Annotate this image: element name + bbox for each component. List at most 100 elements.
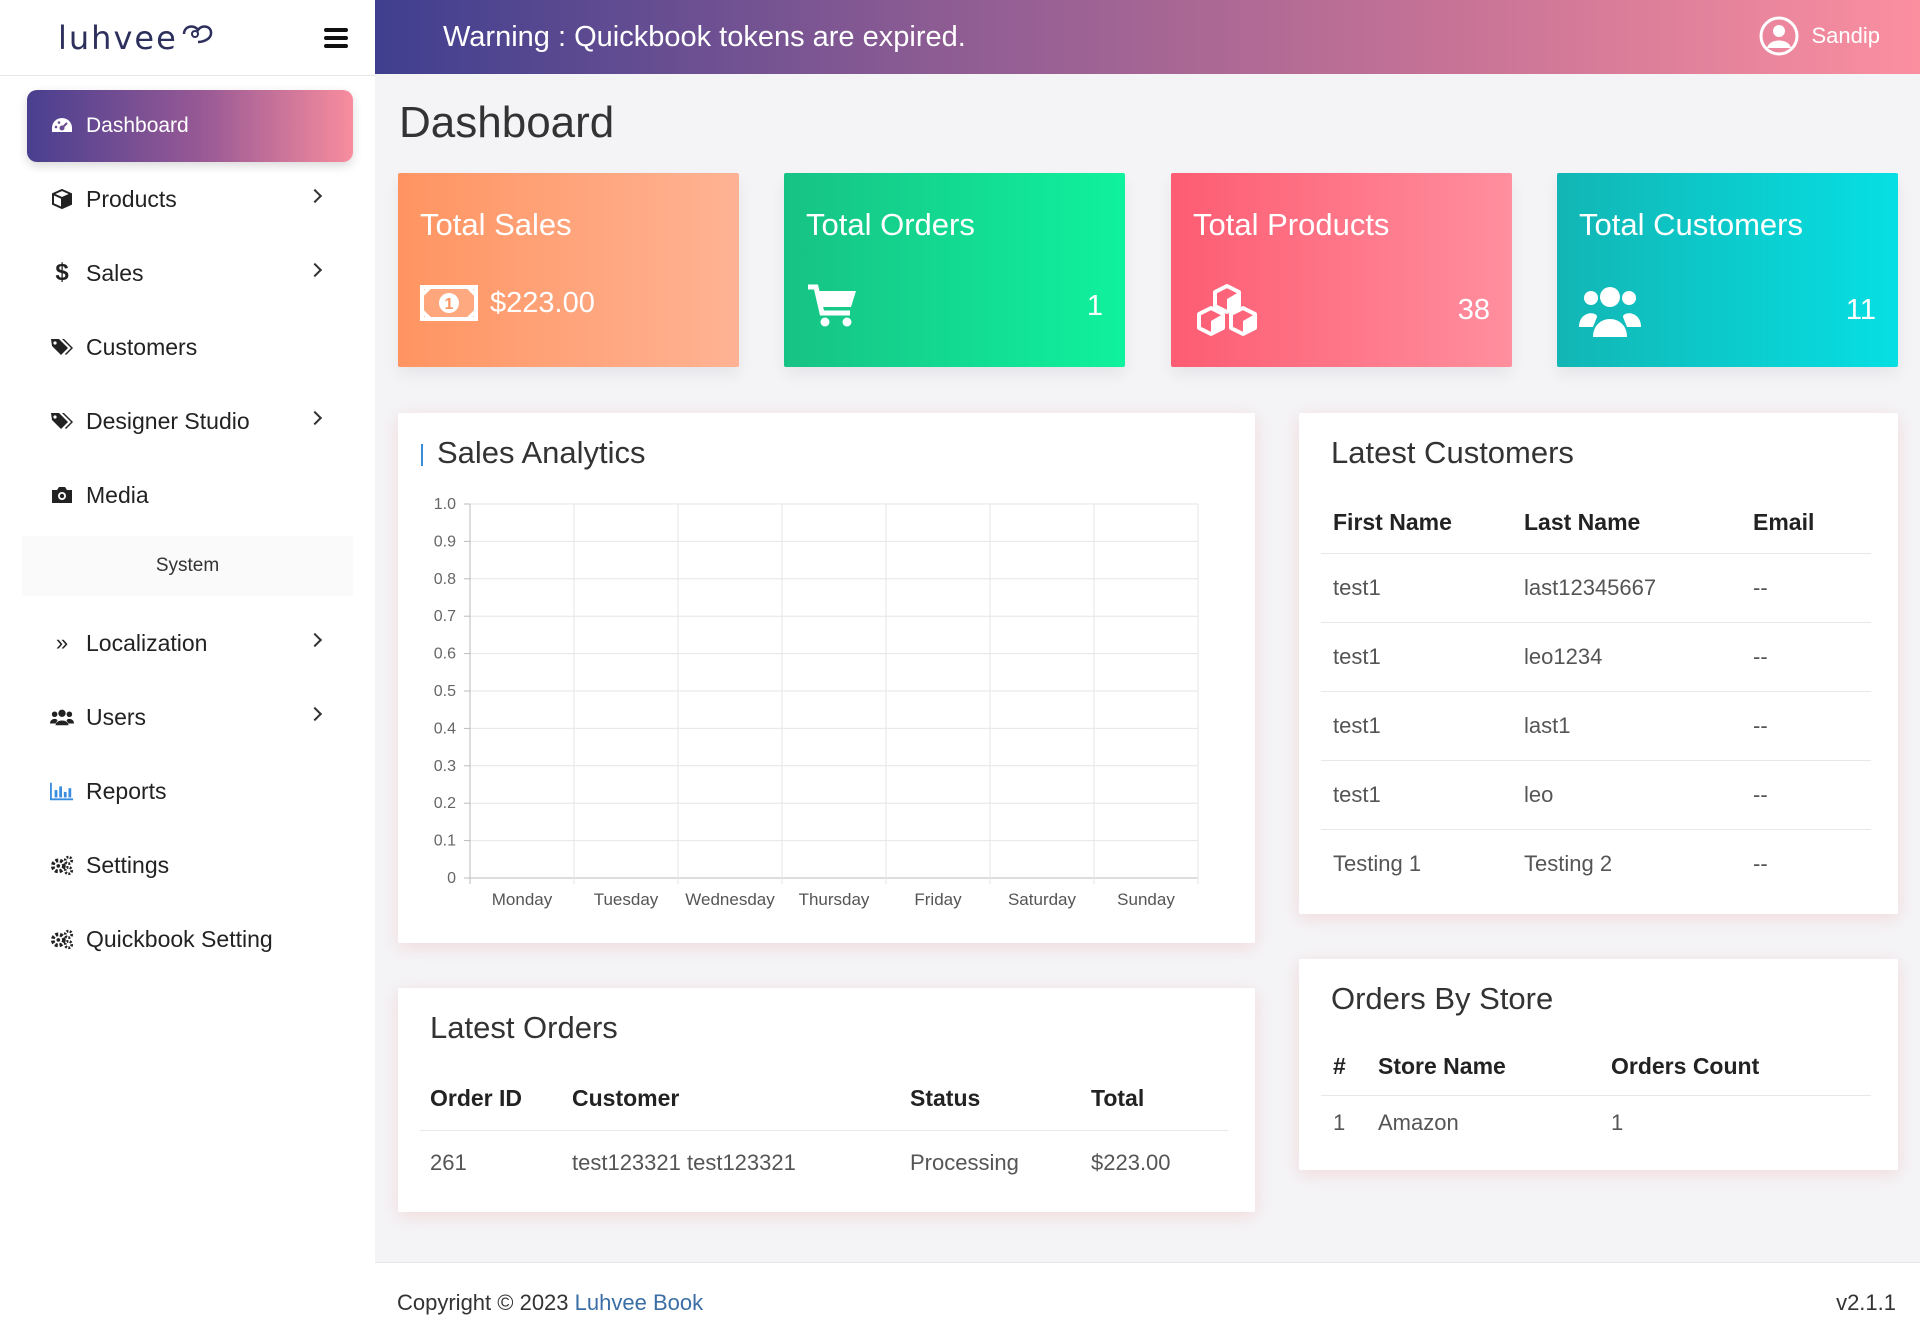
copyright-text: Copyright © 2023 — [397, 1290, 569, 1315]
x-tick-label: Friday — [914, 890, 962, 909]
sidebar: luhvee Dashboard Products $ Sales Custom… — [0, 0, 375, 1339]
table-cell: test1 — [1333, 643, 1381, 669]
sidebar-item-localization[interactable]: » Localization — [0, 606, 375, 680]
sidebar-item-label: Quickbook Setting — [86, 925, 273, 952]
stat-title: Total Orders — [806, 207, 975, 242]
sidebar-item-label: Settings — [86, 851, 170, 878]
top-bar: Warning : Quickbook tokens are expired. … — [375, 0, 1920, 74]
sidebar-item-users[interactable]: Users — [0, 680, 375, 754]
users-icon — [50, 705, 74, 729]
column-header: Total — [1091, 1085, 1145, 1112]
money-bill-icon: 1 — [420, 285, 478, 321]
sidebar-nav: Dashboard Products $ Sales Customers Des… — [0, 76, 375, 976]
dashboard-gauge-icon — [50, 114, 74, 138]
app-version: v2.1.1 — [1836, 1290, 1896, 1315]
stat-value: 1 — [1086, 289, 1103, 322]
table-cell: last12345667 — [1524, 574, 1657, 600]
sidebar-item-reports[interactable]: Reports — [0, 754, 375, 828]
total-orders-card[interactable]: Total Orders 1 — [784, 173, 1125, 367]
column-header: Order ID — [430, 1085, 523, 1112]
table-header-row: First Name Last Name Email — [1321, 493, 1871, 553]
user-name: Sandip — [1811, 23, 1880, 48]
chevron-right-icon — [307, 706, 323, 722]
chevron-right-icon — [307, 410, 323, 426]
footer-brand-link[interactable]: Luhvee Book — [575, 1290, 703, 1315]
card-title: Latest Orders — [430, 1010, 618, 1045]
sidebar-item-dashboard[interactable]: Dashboard — [27, 90, 353, 162]
sidebar-item-designer-studio[interactable]: Designer Studio — [0, 384, 375, 458]
table-row[interactable]: test1 last12345667 -- — [1321, 553, 1871, 622]
sidebar-item-media[interactable]: Media — [0, 458, 375, 532]
menu-toggle-icon[interactable] — [324, 28, 348, 48]
column-header: Email — [1753, 509, 1815, 536]
y-tick-label: 0.8 — [434, 571, 456, 588]
sidebar-item-settings[interactable]: Settings — [0, 828, 375, 902]
table-header-row: Order ID Customer Status Total — [420, 1068, 1228, 1130]
cubes-icon — [1197, 284, 1257, 336]
total-products-card[interactable]: Total Products 38 — [1171, 173, 1512, 367]
sidebar-item-customers[interactable]: Customers — [0, 310, 375, 384]
stat-title: Total Products — [1193, 207, 1390, 242]
table-cell: 261 — [430, 1150, 467, 1176]
table-cell: -- — [1753, 574, 1768, 600]
table-cell: Processing — [910, 1150, 1019, 1176]
stat-value: 11 — [1845, 293, 1876, 326]
x-tick-label: Tuesday — [594, 890, 659, 909]
tags-icon — [50, 409, 74, 433]
table-cell: -- — [1753, 781, 1768, 807]
table-row[interactable]: 261 test123321 test123321 Processing $22… — [420, 1130, 1228, 1196]
total-customers-card[interactable]: Total Customers 11 — [1557, 173, 1898, 367]
table-cell: Amazon — [1378, 1110, 1459, 1136]
gears-icon — [50, 927, 74, 951]
table-cell: leo1234 — [1524, 643, 1603, 669]
page-title: Dashboard — [399, 98, 615, 147]
sidebar-item-products[interactable]: Products — [0, 162, 375, 236]
x-tick-label: Sunday — [1117, 890, 1175, 909]
y-tick-label: 0 — [447, 870, 456, 887]
user-menu[interactable]: Sandip — [1759, 16, 1880, 56]
footer-copyright: Copyright © 2023 Luhvee Book — [397, 1290, 703, 1316]
camera-icon — [50, 483, 74, 507]
brand-logo-icon — [182, 24, 213, 43]
latest-orders-table: Order ID Customer Status Total 261 test1… — [420, 1068, 1228, 1196]
column-header: First Name — [1333, 509, 1452, 536]
y-tick-label: 1.0 — [434, 496, 456, 513]
y-tick-label: 0.7 — [434, 608, 456, 625]
column-header: Status — [910, 1085, 981, 1112]
table-row[interactable]: 1 Amazon 1 — [1321, 1095, 1871, 1151]
total-sales-card[interactable]: Total Sales 1 $223.00 — [398, 173, 739, 367]
sidebar-item-sales[interactable]: $ Sales — [0, 236, 375, 310]
stat-value: $223.00 — [490, 286, 595, 319]
table-header-row: # Store Name Orders Count — [1321, 1039, 1871, 1095]
table-cell: 1 — [1333, 1110, 1346, 1136]
card-title: Orders By Store — [1331, 981, 1554, 1016]
sidebar-item-label: Media — [86, 481, 149, 508]
table-cell: 1 — [1611, 1110, 1624, 1136]
footer: Copyright © 2023 Luhvee Book v2.1.1 — [375, 1262, 1920, 1339]
quickbook-warning-text: Warning : Quickbook tokens are expired. — [443, 20, 966, 53]
brand-logo-text[interactable]: luhvee — [58, 19, 178, 57]
sales-analytics-chart: 0 0.1 0.2 0.3 0.4 0.5 0.6 0.7 0.8 0.9 1.0 Monday Tue… — [434, 496, 1199, 909]
column-header: # — [1333, 1053, 1346, 1080]
table-row[interactable]: test1 leo -- — [1321, 760, 1871, 829]
table-row[interactable]: test1 last1 -- — [1321, 691, 1871, 760]
y-tick-label: 0.6 — [434, 646, 456, 663]
table-row[interactable]: test1 leo1234 -- — [1321, 622, 1871, 691]
table-cell: last1 — [1524, 712, 1571, 738]
stat-title: Total Sales — [420, 207, 572, 242]
cube-icon — [50, 187, 74, 211]
table-cell: test1 — [1333, 574, 1381, 600]
stat-title: Total Customers — [1579, 207, 1803, 242]
user-avatar-icon — [1759, 16, 1799, 56]
y-tick-label: 0.4 — [434, 720, 456, 737]
column-header: Store Name — [1378, 1053, 1506, 1080]
table-cell: test123321 test123321 — [572, 1150, 796, 1176]
double-chevron-right-icon: » — [55, 630, 69, 655]
latest-customers-card: Latest Customers First Name Last Name Em… — [1299, 413, 1898, 914]
table-row[interactable]: Testing 1 Testing 2 -- — [1321, 829, 1871, 898]
sidebar-item-label: Localization — [86, 629, 208, 656]
sidebar-item-label: Designer Studio — [86, 407, 250, 434]
sidebar-item-quickbook-setting[interactable]: Quickbook Setting — [0, 902, 375, 976]
sidebar-item-label: Products — [86, 185, 177, 212]
latest-customers-table: First Name Last Name Email test1 last123… — [1321, 493, 1871, 898]
